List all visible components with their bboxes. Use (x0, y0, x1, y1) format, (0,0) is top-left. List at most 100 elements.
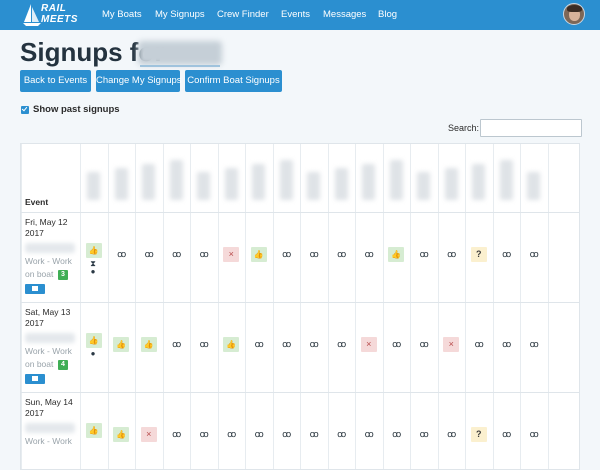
crew-name-header-blurred[interactable] (472, 164, 485, 200)
signup-status-none[interactable]: ꝏ (443, 247, 459, 262)
event-type-cont: on boat (25, 359, 54, 369)
signup-status-none[interactable]: ꝏ (278, 337, 294, 352)
column-divider (245, 144, 246, 469)
crew-name-header-blurred[interactable] (87, 172, 100, 200)
signup-status-yes[interactable]: 👍 (223, 337, 240, 352)
signup-status-none[interactable]: ꝏ (196, 337, 212, 352)
signup-status-none[interactable]: ꝏ (361, 427, 377, 442)
crew-name-header-blurred[interactable] (527, 172, 540, 200)
signup-status-yes[interactable]: 👍 (113, 337, 130, 352)
signup-status-none[interactable]: ꝏ (416, 427, 432, 442)
crew-name-header-blurred[interactable] (114, 168, 128, 200)
signup-status-none[interactable]: ꝏ (526, 247, 542, 262)
signup-status-none[interactable]: ꝏ (278, 427, 294, 442)
confirm-boat-signups-button[interactable]: Confirm Boat Signups (185, 70, 282, 92)
logo-line-1: RAIL (41, 3, 67, 14)
signup-status-none[interactable]: ꝏ (306, 337, 322, 352)
event-date: Fri, May 12 (25, 217, 68, 227)
nav-my-signups[interactable]: My Signups (155, 9, 205, 20)
row-divider (21, 302, 579, 303)
crew-name-header-blurred[interactable] (389, 160, 403, 200)
crew-name-header-blurred[interactable] (169, 160, 183, 200)
search-input[interactable] (480, 119, 582, 137)
email-crew-button[interactable] (25, 284, 45, 294)
signup-status-none[interactable]: ꝏ (168, 337, 184, 352)
event-year: 2017 (25, 228, 44, 238)
event-type: Work - Work (25, 436, 72, 446)
signup-status-none[interactable]: ꝏ (361, 247, 377, 262)
signup-status-none[interactable]: ꝏ (388, 337, 404, 352)
crew-name-header-blurred[interactable] (252, 164, 265, 200)
nav-my-boats[interactable]: My Boats (102, 9, 142, 20)
signups-table: Event Fri, May 12 2017 Work - Work on boat 3… (20, 143, 580, 470)
signup-status-none[interactable]: ꝏ (388, 427, 404, 442)
signup-status-yes[interactable]: 👍 (140, 337, 157, 352)
event-name-blurred (25, 423, 75, 433)
signup-status-yes[interactable]: 👍 (85, 423, 102, 438)
event-column-header[interactable]: Event (25, 197, 48, 207)
nav-blog[interactable]: Blog (378, 9, 397, 20)
signup-status-none[interactable]: ꝏ (333, 247, 349, 262)
change-my-signups-button[interactable]: Change My Signups (96, 70, 182, 92)
signup-status-none[interactable]: ꝏ (333, 427, 349, 442)
event-name-blurred (25, 243, 75, 253)
crew-name-header-blurred[interactable] (279, 160, 293, 200)
logo-line-2: MEETS (41, 14, 78, 25)
crew-count-badge: 4 (58, 360, 68, 370)
signup-status-yes[interactable]: 👍 (388, 247, 405, 262)
signup-status-none[interactable]: ꝏ (443, 427, 459, 442)
crew-name-header-blurred[interactable] (224, 168, 238, 200)
signup-status-none[interactable]: ꝏ (168, 427, 184, 442)
crew-name-header-blurred[interactable] (499, 160, 513, 200)
signup-status-none[interactable]: ꝏ (526, 427, 542, 442)
crew-name-header-blurred[interactable] (142, 164, 155, 200)
crew-name-header-blurred[interactable] (197, 172, 210, 200)
signup-status-yes[interactable]: 👍 (85, 333, 102, 348)
signup-status-none[interactable]: ꝏ (113, 247, 129, 262)
user-avatar[interactable] (563, 3, 585, 25)
crew-name-header-blurred[interactable] (362, 164, 375, 200)
signup-status-none[interactable]: ꝏ (416, 247, 432, 262)
signup-status-none[interactable]: ꝏ (306, 247, 322, 262)
signup-status-none[interactable]: ꝏ (416, 337, 432, 352)
signup-status-none[interactable]: ꝏ (306, 427, 322, 442)
signup-status-none[interactable]: ꝏ (471, 337, 487, 352)
email-crew-button[interactable] (25, 374, 45, 384)
back-to-events-button[interactable]: Back to Events (20, 70, 91, 92)
show-past-label: Show past signups (33, 104, 120, 115)
signup-status-none[interactable]: ꝏ (168, 247, 184, 262)
signup-status-none[interactable]: ꝏ (196, 247, 212, 262)
column-divider (437, 144, 439, 469)
signup-status-maybe[interactable]: ? (470, 427, 487, 442)
nav-crew-finder[interactable]: Crew Finder (217, 9, 269, 20)
railmeets-logo[interactable]: RAIL MEETS (22, 2, 92, 28)
crew-name-header-blurred[interactable] (444, 168, 458, 200)
crew-name-header-blurred[interactable] (417, 172, 430, 200)
signup-status-no[interactable]: × (443, 337, 460, 352)
signup-status-no[interactable]: × (223, 247, 240, 262)
signup-status-none[interactable]: ꝏ (526, 337, 542, 352)
signup-status-no[interactable]: × (360, 337, 377, 352)
boat-name-underline (140, 65, 220, 67)
column-divider (162, 144, 164, 469)
signup-status-none[interactable]: ꝏ (141, 247, 157, 262)
signup-status-maybe[interactable]: ? (470, 247, 487, 262)
signup-status-none[interactable]: ꝏ (498, 337, 514, 352)
show-past-checkbox[interactable] (21, 106, 29, 114)
signup-status-none[interactable]: ꝏ (251, 337, 267, 352)
nav-events[interactable]: Events (281, 9, 310, 20)
nav-messages[interactable]: Messages (323, 9, 366, 20)
signup-status-none[interactable]: ꝏ (223, 427, 239, 442)
signup-status-none[interactable]: ꝏ (278, 247, 294, 262)
signup-status-yes[interactable]: 👍 (250, 247, 267, 262)
signup-status-none[interactable]: ꝏ (498, 247, 514, 262)
signup-status-yes[interactable]: 👍 (113, 427, 130, 442)
crew-name-header-blurred[interactable] (334, 168, 348, 200)
signup-status-none[interactable]: ꝏ (333, 337, 349, 352)
crew-name-header-blurred[interactable] (307, 172, 320, 200)
signup-status-none[interactable]: ꝏ (498, 427, 514, 442)
signup-status-none[interactable]: ꝏ (251, 427, 267, 442)
signup-status-none[interactable]: ꝏ (196, 427, 212, 442)
signup-status-no[interactable]: × (140, 427, 157, 442)
signup-status-yes[interactable]: 👍 (85, 243, 102, 258)
